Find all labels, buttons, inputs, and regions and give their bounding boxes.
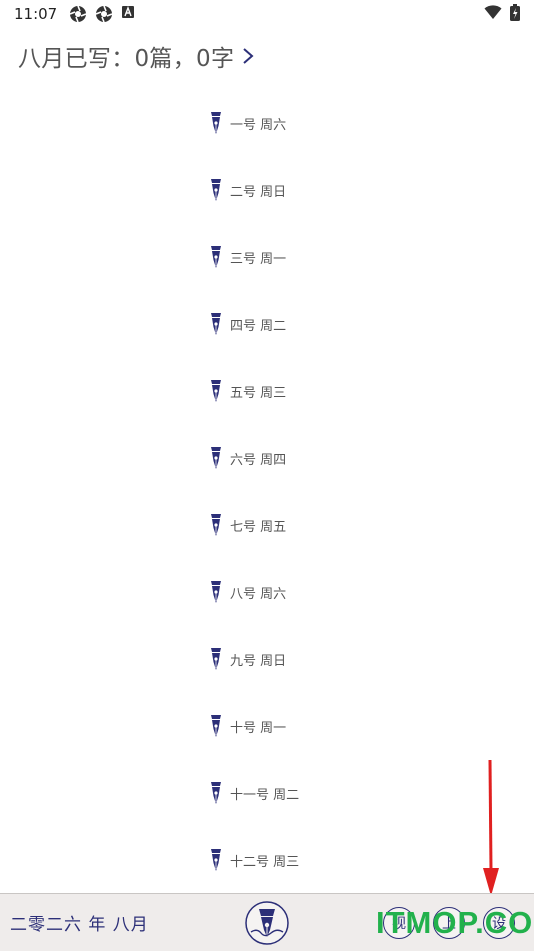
day-label: 五号 周三	[230, 385, 287, 401]
fountain-pen-icon	[210, 647, 230, 671]
fountain-pen-icon	[210, 245, 230, 269]
fountain-pen-icon	[210, 848, 230, 872]
month-summary-header[interactable]: 八月已写：0篇，0字	[18, 38, 254, 74]
day-label: 十一号 周二	[230, 787, 300, 803]
day-label: 十二号 周三	[230, 854, 300, 870]
fountain-pen-logo-icon[interactable]	[244, 900, 290, 946]
day-row[interactable]: 十号 周一	[210, 714, 286, 738]
chevron-right-icon	[242, 46, 254, 66]
day-row[interactable]: 四号 周二	[210, 312, 286, 336]
fountain-pen-icon	[210, 178, 230, 202]
fountain-pen-icon	[210, 714, 230, 738]
fountain-pen-icon	[210, 781, 230, 805]
day-row[interactable]: 五号 周三	[210, 379, 286, 403]
day-label: 九号 周日	[230, 653, 287, 669]
a-box-icon	[121, 5, 139, 23]
day-label: 一号 周六	[230, 117, 287, 133]
battery-icon	[510, 3, 520, 25]
arrow-annotation-icon	[483, 759, 499, 896]
day-row[interactable]: 二号 周日	[210, 178, 286, 202]
day-label: 十号 周一	[230, 720, 287, 736]
fountain-pen-icon	[210, 580, 230, 604]
day-label: 二号 周日	[230, 184, 287, 200]
day-label: 四号 周二	[230, 318, 287, 334]
status-time: 11:07	[14, 5, 58, 23]
status-bar: 11:07	[0, 0, 534, 28]
fountain-pen-icon	[210, 111, 230, 135]
day-label: 三号 周一	[230, 251, 287, 267]
watermark: ITMOP.COM	[376, 905, 534, 940]
fountain-pen-icon	[210, 446, 230, 470]
day-row[interactable]: 八号 周六	[210, 580, 286, 604]
month-summary-text: 八月已写：0篇，0字	[18, 46, 235, 72]
fountain-pen-icon	[210, 379, 230, 403]
day-row[interactable]: 三号 周一	[210, 245, 286, 269]
wifi-icon	[484, 4, 502, 24]
current-month-label[interactable]: 二零二六 年 八月	[10, 910, 149, 935]
day-row[interactable]: 十二号 周三	[210, 848, 299, 872]
aperture-icon	[95, 5, 113, 23]
day-row[interactable]: 六号 周四	[210, 446, 286, 470]
day-row[interactable]: 一号 周六	[210, 111, 286, 135]
day-label: 六号 周四	[230, 452, 287, 468]
fountain-pen-icon	[210, 312, 230, 336]
day-label: 八号 周六	[230, 586, 287, 602]
day-row[interactable]: 七号 周五	[210, 513, 286, 537]
aperture-icon	[69, 5, 87, 23]
fountain-pen-icon	[210, 513, 230, 537]
day-row[interactable]: 十一号 周二	[210, 781, 299, 805]
day-label: 七号 周五	[230, 519, 287, 535]
day-row[interactable]: 九号 周日	[210, 647, 286, 671]
